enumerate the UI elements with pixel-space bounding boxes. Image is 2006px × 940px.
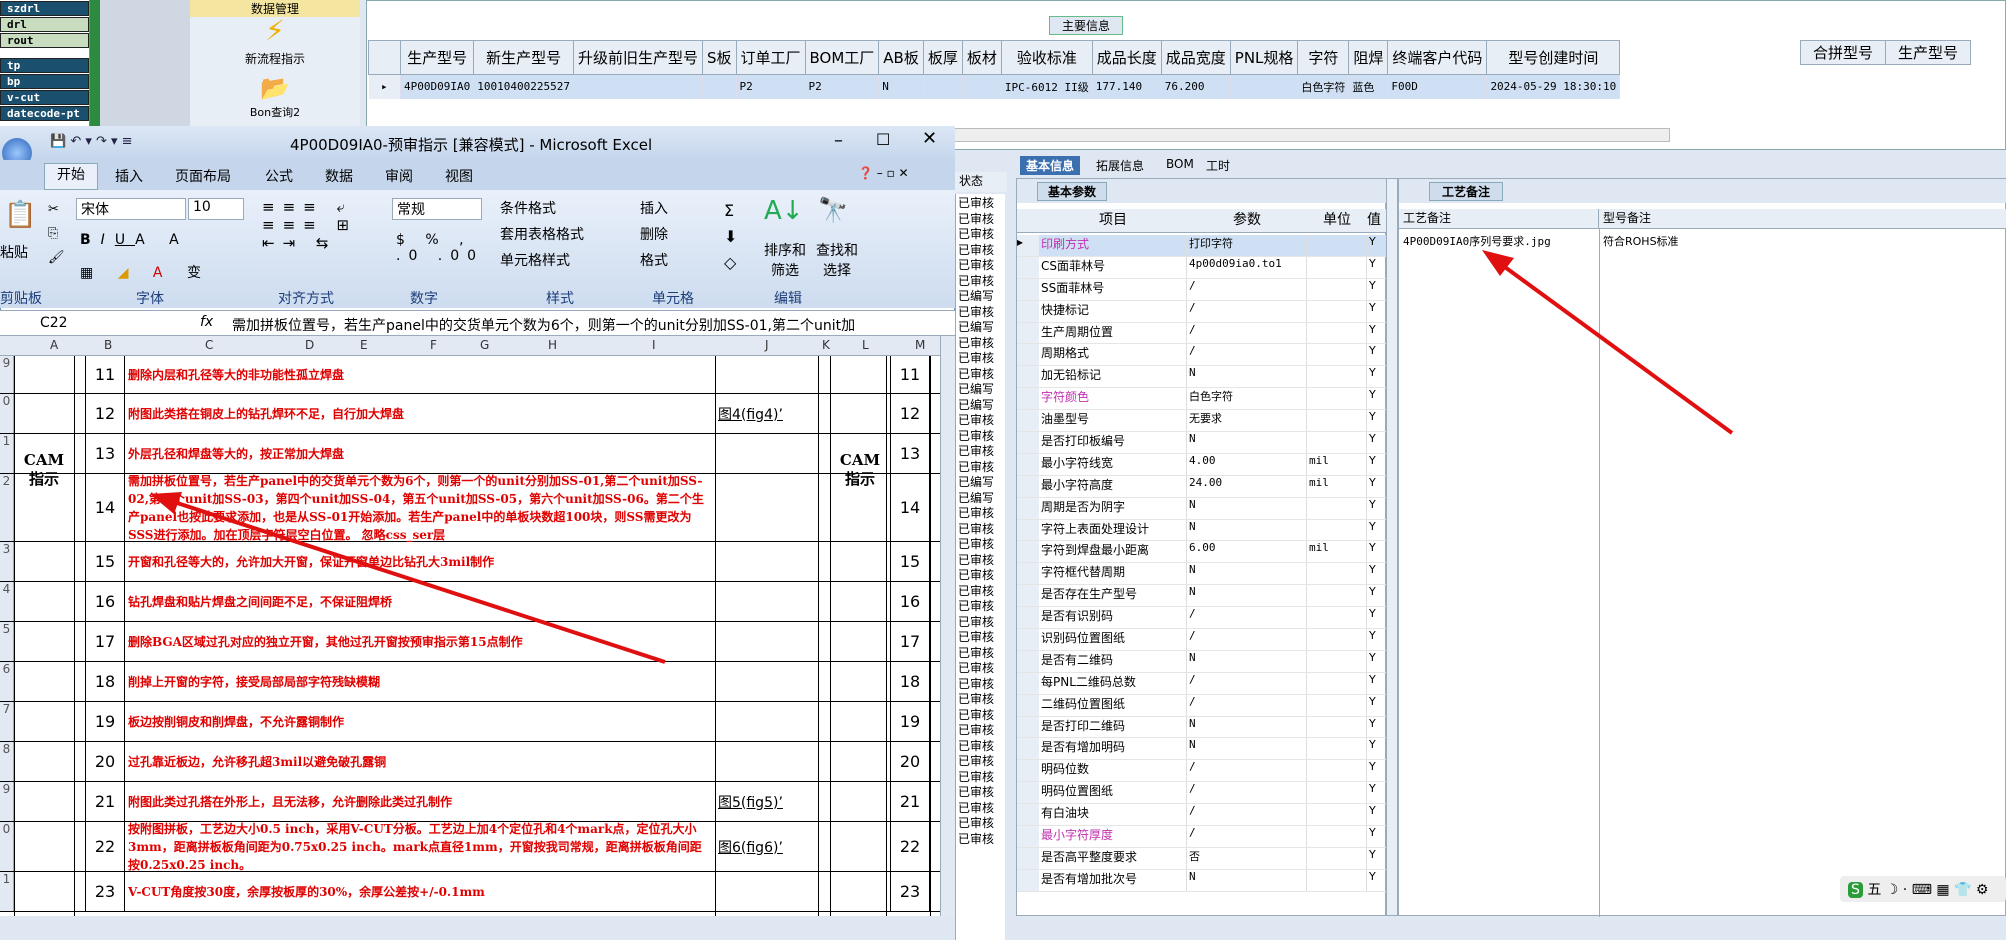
ime-icon[interactable]: S (1848, 882, 1863, 898)
ime-mode[interactable]: 五 (1867, 882, 1881, 898)
ime-tray[interactable]: S 五 ☽ · ⌨ ▦ 👕 ⚙ (1840, 876, 2006, 902)
annotation-arrows (150, 250, 1734, 664)
